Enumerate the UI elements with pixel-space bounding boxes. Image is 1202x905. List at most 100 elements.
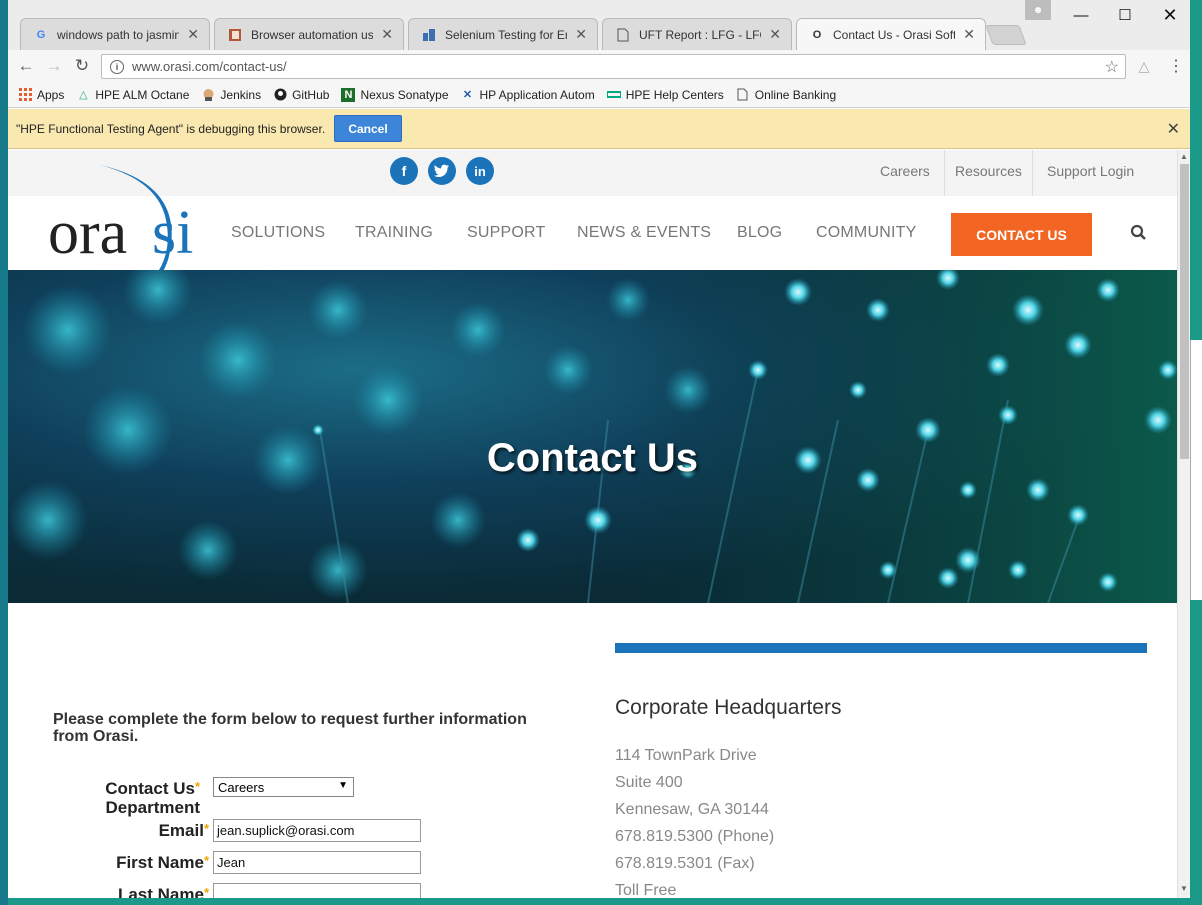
orasi-icon: O — [812, 28, 822, 41]
cancel-debug-button[interactable]: Cancel — [334, 115, 402, 142]
department-select[interactable]: Careers ▼ — [213, 777, 354, 797]
debug-infobar: "HPE Functional Testing Agent" is debugg… — [8, 109, 1190, 149]
google-icon: G — [36, 28, 46, 41]
hq-address-line: Kennesaw, GA 30144 — [615, 801, 769, 818]
bookmark-github[interactable]: GitHub — [273, 88, 329, 102]
bookmark-star-icon[interactable]: ☆ — [1105, 57, 1119, 77]
bookmark-nexus[interactable]: N Nexus Sonatype — [341, 87, 449, 102]
hp-icon: ✕ — [462, 89, 473, 101]
tab-browser-automation[interactable]: Browser automation usin ✕ — [214, 18, 404, 50]
svg-text:ora: ora — [48, 199, 127, 267]
last-name-label: Last Name* — [117, 885, 209, 898]
scroll-down-icon[interactable]: ▼ — [1180, 884, 1188, 893]
address-bar[interactable]: i www.orasi.com/contact-us/ ☆ — [101, 54, 1126, 79]
bookmark-hpe-help[interactable]: HPE Help Centers — [606, 88, 724, 102]
hq-address-line: Suite 400 — [615, 774, 683, 791]
bookmark-hp-app-automation[interactable]: ✕ HP Application Autom — [461, 88, 595, 102]
nav-community[interactable]: COMMUNITY — [816, 224, 916, 242]
desktop-background — [0, 0, 8, 905]
email-label: Email* — [158, 821, 209, 840]
top-link-careers[interactable]: Careers — [880, 163, 930, 179]
top-link-support-login[interactable]: Support Login — [1047, 163, 1134, 179]
facebook-icon[interactable]: f — [390, 157, 418, 185]
maximize-button[interactable]: ☐ — [1105, 2, 1145, 28]
nexus-icon: N — [341, 87, 356, 102]
dropdown-arrow-icon: ▼ — [338, 780, 348, 791]
nav-news-events[interactable]: NEWS & EVENTS — [577, 224, 711, 242]
profile-icon[interactable]: ☻ — [1025, 0, 1051, 20]
selenium-icon — [421, 27, 437, 43]
hq-title: Corporate Headquarters — [615, 696, 842, 719]
hq-address-line: 114 TownPark Drive — [615, 747, 757, 764]
email-field[interactable]: jean.suplick@orasi.com — [213, 819, 421, 842]
github-icon — [273, 88, 287, 102]
divider — [944, 150, 945, 196]
close-infobar-icon[interactable]: ✕ — [1167, 119, 1180, 139]
drive-extension-icon[interactable]: △ — [1132, 54, 1156, 78]
hq-phone: 678.819.5300 (Phone) — [615, 828, 775, 845]
browser-toolbar: ← → ↻ i www.orasi.com/contact-us/ ☆ △ ⋮ — [8, 50, 1190, 82]
required-marker: * — [203, 821, 209, 836]
forward-button[interactable]: → — [42, 54, 66, 78]
twitter-icon[interactable] — [428, 157, 456, 185]
bookmark-jenkins[interactable]: Jenkins — [201, 88, 261, 102]
search-icon[interactable] — [1130, 224, 1150, 244]
tab-title: Selenium Testing for Ente — [445, 27, 567, 42]
hpe-icon — [606, 88, 621, 102]
close-tab-icon[interactable]: ✕ — [769, 26, 781, 43]
menu-icon[interactable]: ⋮ — [1164, 54, 1188, 78]
scroll-up-icon[interactable]: ▲ — [1180, 152, 1188, 161]
nav-solutions[interactable]: SOLUTIONS — [231, 224, 325, 242]
minimize-button[interactable]: — — [1061, 2, 1101, 28]
nav-blog[interactable]: BLOG — [737, 224, 782, 242]
bookmark-apps[interactable]: Apps — [18, 88, 64, 102]
last-name-field[interactable] — [213, 883, 421, 898]
info-icon[interactable]: i — [110, 59, 124, 74]
jenkins-icon — [201, 88, 215, 102]
bookmarks-bar: Apps △ HPE ALM Octane Jenkins GitHub N N… — [8, 82, 1190, 108]
tab-windows-path[interactable]: G windows path to jasmine ✕ — [20, 18, 210, 50]
tab-uft-report[interactable]: UFT Report : LFG - LFG ✕ — [602, 18, 792, 50]
hq-toll-free: Toll Free — [615, 882, 677, 898]
required-marker: * — [194, 779, 200, 794]
scroll-thumb[interactable] — [1180, 164, 1189, 459]
close-window-button[interactable]: ✕ — [1150, 2, 1190, 28]
book-icon — [227, 27, 243, 43]
page-icon — [615, 27, 631, 43]
close-tab-icon[interactable]: ✕ — [963, 26, 975, 43]
bookmark-octane[interactable]: △ HPE ALM Octane — [76, 88, 189, 102]
dept-label: Contact Us* — [105, 779, 200, 798]
dept-label-line2: Department — [105, 798, 200, 817]
hero-banner: Contact Us — [8, 270, 1177, 603]
nav-training[interactable]: TRAINING — [355, 224, 433, 242]
first-name-label: First Name* — [116, 853, 209, 872]
tab-title: Contact Us - Orasi Softw — [833, 27, 956, 42]
contact-us-button[interactable]: CONTACT US — [951, 213, 1092, 256]
new-tab-button[interactable] — [985, 25, 1027, 45]
tab-title: UFT Report : LFG - LFG — [639, 27, 762, 42]
hero-title: Contact Us — [486, 436, 699, 480]
back-button[interactable]: ← — [14, 54, 38, 78]
top-link-resources[interactable]: Resources — [955, 163, 1022, 179]
page-content: f in Careers Resources Support Login ora… — [8, 150, 1177, 898]
octane-icon: △ — [79, 89, 88, 101]
hq-fax: 678.819.5301 (Fax) — [615, 855, 755, 872]
close-tab-icon[interactable]: ✕ — [381, 26, 393, 43]
nav-support[interactable]: SUPPORT — [467, 224, 545, 242]
url-text: www.orasi.com/contact-us/ — [132, 59, 287, 74]
section-accent-bar — [615, 643, 1147, 653]
bookmark-online-banking[interactable]: Online Banking — [736, 88, 836, 102]
first-name-field[interactable]: Jean — [213, 851, 421, 874]
tab-contact-us[interactable]: O Contact Us - Orasi Softw ✕ — [796, 18, 986, 50]
reload-button[interactable]: ↻ — [70, 54, 94, 78]
required-marker: * — [203, 885, 209, 898]
linkedin-icon[interactable]: in — [466, 157, 494, 185]
background-window-edge — [1190, 340, 1202, 600]
tab-selenium-testing[interactable]: Selenium Testing for Ente ✕ — [408, 18, 598, 50]
page-scrollbar[interactable]: ▲ ▼ — [1177, 150, 1190, 898]
apps-grid-icon — [18, 88, 32, 102]
divider — [1032, 150, 1033, 196]
close-tab-icon[interactable]: ✕ — [187, 26, 199, 43]
close-tab-icon[interactable]: ✕ — [575, 26, 587, 43]
infobar-message: "HPE Functional Testing Agent" is debugg… — [16, 121, 326, 136]
